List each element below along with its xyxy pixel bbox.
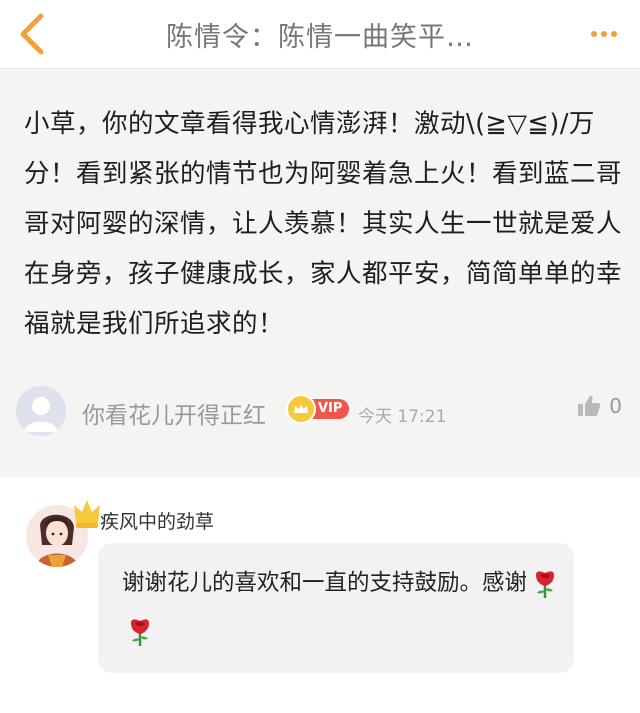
reply-bubble: 谢谢花儿的喜欢和一直的支持鼓励。感谢 bbox=[98, 543, 574, 673]
reply-text-block: 谢谢花儿的喜欢和一直的支持鼓励。感谢 bbox=[122, 559, 562, 655]
more-dot bbox=[601, 31, 607, 37]
avatar[interactable] bbox=[16, 386, 66, 436]
vip-label: VIP bbox=[308, 399, 350, 419]
commenter-name[interactable]: 你看花儿开得正红 bbox=[82, 396, 266, 430]
back-button[interactable] bbox=[8, 6, 56, 62]
more-dots-icon bbox=[591, 31, 597, 37]
reply-author-name[interactable]: 疾风中的劲草 bbox=[100, 507, 214, 534]
comment-timestamp: 今天 17:21 bbox=[358, 407, 447, 427]
vip-badge: VIP bbox=[288, 396, 350, 422]
like-count: 0 bbox=[609, 394, 622, 418]
comment-card: 小草，你的文章看得我心情澎湃！激动\(≧▽≦)/万分！看到紧张的情节也为阿婴着急… bbox=[0, 69, 640, 477]
rose-icon bbox=[536, 570, 555, 598]
chevron-left-icon bbox=[20, 13, 44, 55]
default-user-icon bbox=[16, 386, 66, 436]
reply-section: 疾风中的劲草 谢谢花儿的喜欢和一直的支持鼓励。感谢 bbox=[0, 477, 640, 713]
page-title: 陈情令：陈情一曲笑平… bbox=[166, 21, 474, 53]
reply-text: 谢谢花儿的喜欢和一直的支持鼓励。感谢 bbox=[122, 570, 528, 596]
top-bar: 陈情令：陈情一曲笑平… bbox=[0, 0, 640, 69]
like-button[interactable]: 0 bbox=[577, 394, 622, 418]
comment-text: 小草，你的文章看得我心情澎湃！激动\(≧▽≦)/万分！看到紧张的情节也为阿婴着急… bbox=[24, 109, 623, 339]
crown-icon bbox=[288, 396, 314, 422]
thumbs-up-icon bbox=[578, 395, 601, 416]
comment-meta: 你看花儿开得正红 VIP 今天 17:21 0 bbox=[0, 384, 640, 440]
more-button[interactable] bbox=[584, 18, 624, 50]
more-dot bbox=[611, 31, 617, 37]
crown-icon bbox=[74, 500, 100, 528]
rose-icon bbox=[131, 618, 149, 646]
